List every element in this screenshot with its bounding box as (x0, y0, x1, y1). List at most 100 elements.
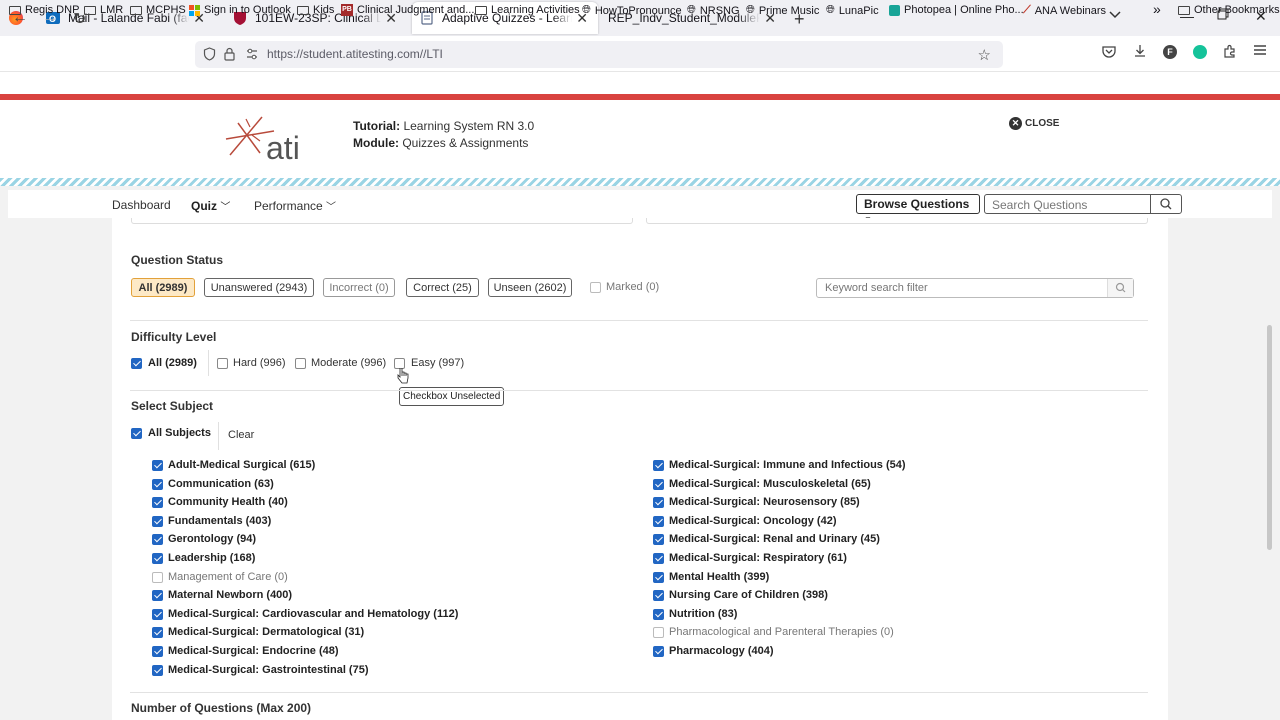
bookmark-prime-music[interactable]: 🌐︎ Prime Music (746, 4, 819, 17)
bookmark-learning-activities[interactable]: Learning Activities (475, 4, 580, 16)
bookmark-mcphs[interactable]: MCPHS (130, 4, 186, 16)
subject-label: Pharmacology (404) (669, 645, 774, 657)
subject-label: Mental Health (399) (669, 570, 770, 583)
subject-label: Maternal Newborn (400) (168, 589, 293, 602)
permissions-icon[interactable] (245, 47, 259, 61)
keyword-search-input[interactable]: Keyword search filter (816, 278, 1134, 298)
subject-label: Medical-Surgical: Neurosensory (85) (669, 496, 860, 509)
url-text[interactable]: https://student.atitesting.com//LTI (267, 47, 443, 61)
extensions-icon[interactable] (1223, 44, 1237, 58)
bookmark-nrsng[interactable]: 🌐︎ NRSNG (687, 4, 740, 17)
bookmark-star-icon[interactable]: ☆ (978, 46, 991, 64)
url-bar[interactable]: https://student.atitesting.com//LTI ☆ (195, 41, 1003, 68)
profile-avatar[interactable]: F (1163, 45, 1177, 59)
subject-checkbox[interactable] (152, 571, 163, 583)
menu-icon[interactable] (1253, 44, 1267, 56)
subject-checkbox[interactable] (152, 515, 163, 527)
divider (208, 350, 209, 376)
browse-questions-button[interactable]: Browse Questions ▼ (856, 194, 980, 224)
marked-label: Marked (0) (606, 281, 660, 293)
status-correct-button[interactable]: Correct (25) (406, 278, 479, 297)
grammarly-icon[interactable] (1193, 45, 1207, 59)
marked-checkbox[interactable] (590, 282, 601, 293)
subject-checkbox[interactable] (152, 664, 163, 676)
subject-checkbox[interactable] (152, 497, 163, 509)
tutorial-value: Learning System RN 3.0 (403, 119, 535, 133)
chevron-down-icon: ﹀ (326, 202, 337, 213)
folder-icon (1178, 5, 1190, 15)
difficulty-hard-checkbox[interactable] (217, 358, 228, 369)
page-scrollbar[interactable] (1267, 325, 1272, 550)
subject-label: Communication (63) (168, 477, 274, 490)
svg-text:ati: ati (266, 130, 300, 163)
subject-label: Medical-Surgical: Cardiovascular and Hem… (168, 607, 459, 620)
status-unanswered-button[interactable]: Unanswered (2943) (204, 278, 314, 297)
subject-checkbox[interactable] (653, 590, 664, 602)
nav-quiz[interactable]: Quiz ﹀ (191, 198, 231, 222)
pocket-icon[interactable] (1102, 45, 1116, 58)
close-button[interactable]: ✕ CLOSE (1009, 117, 1059, 130)
bookmark-lmr[interactable]: LMR (84, 4, 123, 16)
chevron-down-icon: ﹀ (220, 202, 231, 213)
subject-checkbox[interactable] (653, 571, 664, 583)
tab-list-chevron-icon[interactable] (1108, 10, 1122, 20)
keyword-search-button[interactable] (1107, 279, 1133, 297)
subject-checkbox[interactable] (653, 460, 664, 471)
subject-checkbox[interactable] (152, 460, 163, 471)
difficulty-moderate-label: Moderate (996) (311, 357, 387, 369)
nav-dashboard[interactable]: Dashboard (112, 198, 171, 212)
subject-checkbox[interactable] (152, 646, 163, 657)
bookmark-lunapic[interactable]: 🌐︎ LunaPic (826, 4, 879, 17)
bookmark-ana-webinars[interactable]: ⟋ ANA Webinars (1023, 4, 1106, 17)
more-bookmarks-chevron-icon[interactable]: » (1153, 1, 1161, 17)
bookmark-photopea[interactable]: Photopea | Online Pho... (889, 4, 1024, 16)
shield-icon[interactable] (203, 47, 216, 61)
difficulty-moderate-checkbox[interactable] (295, 358, 306, 369)
subject-checkbox[interactable] (653, 646, 664, 657)
subject-checkbox[interactable] (152, 627, 163, 639)
subject-checkbox[interactable] (653, 497, 664, 509)
subject-label: Medical-Surgical: Oncology (42) (669, 514, 837, 527)
status-unseen-button[interactable]: Unseen (2602) (488, 278, 572, 297)
status-incorrect-button[interactable]: Incorrect (0) (323, 278, 395, 297)
subject-label: Medical-Surgical: Immune and Infectious … (669, 459, 906, 471)
status-all-button[interactable]: All (2989) (131, 278, 195, 297)
search-questions-input[interactable]: Search Questions (984, 194, 1182, 214)
downloads-icon[interactable] (1133, 44, 1147, 58)
subject-checkbox[interactable] (152, 608, 163, 620)
subject-checkbox[interactable] (653, 608, 664, 620)
question-status-heading: Question Status (131, 253, 224, 267)
subject-checkbox[interactable] (152, 478, 163, 490)
difficulty-all-checkbox[interactable] (131, 358, 142, 369)
subject-label: Nutrition (83) (669, 607, 738, 620)
bookmark-kids[interactable]: Kids (297, 4, 334, 16)
bookmark-clinical-judgment[interactable]: PB Clinical Judgment and... (341, 4, 474, 16)
subject-checkbox[interactable] (653, 478, 664, 490)
search-button[interactable] (1150, 195, 1181, 213)
globe-icon: 🌐︎ (826, 4, 835, 16)
ana-icon: ⟋ (1023, 4, 1031, 16)
subject-checkbox[interactable] (152, 553, 163, 564)
all-subjects-checkbox[interactable] (131, 428, 142, 439)
decorative-stripe (0, 178, 1280, 186)
bookmark-regis-dnp[interactable]: Regis DNP (9, 4, 79, 16)
subject-checkbox[interactable] (653, 515, 664, 527)
lock-icon[interactable] (224, 47, 235, 61)
subject-checkbox[interactable] (653, 534, 664, 546)
subject-label: Adult-Medical Surgical (615) (168, 459, 316, 471)
subject-checkbox[interactable] (152, 534, 163, 546)
bookmarks-toolbar (0, 72, 1280, 94)
mouse-cursor-icon (397, 367, 409, 385)
collapsed-field-right (646, 218, 1148, 224)
bookmark-howtopronounce[interactable]: 🌐︎ HowToPronounce (582, 4, 682, 17)
divider (130, 320, 1148, 321)
subject-checkbox[interactable] (653, 627, 664, 639)
folder-icon (130, 5, 142, 15)
subject-checkbox[interactable] (653, 553, 664, 564)
subject-checkbox[interactable] (152, 590, 163, 602)
bookmark-outlook[interactable]: Sign in to Outlook (189, 4, 291, 16)
folder-icon (84, 5, 96, 15)
clear-subjects-link[interactable]: Clear (228, 429, 254, 441)
nav-performance[interactable]: Performance ﹀ (254, 198, 336, 213)
bookmark-other[interactable]: Other Bookmarks (1178, 4, 1280, 16)
